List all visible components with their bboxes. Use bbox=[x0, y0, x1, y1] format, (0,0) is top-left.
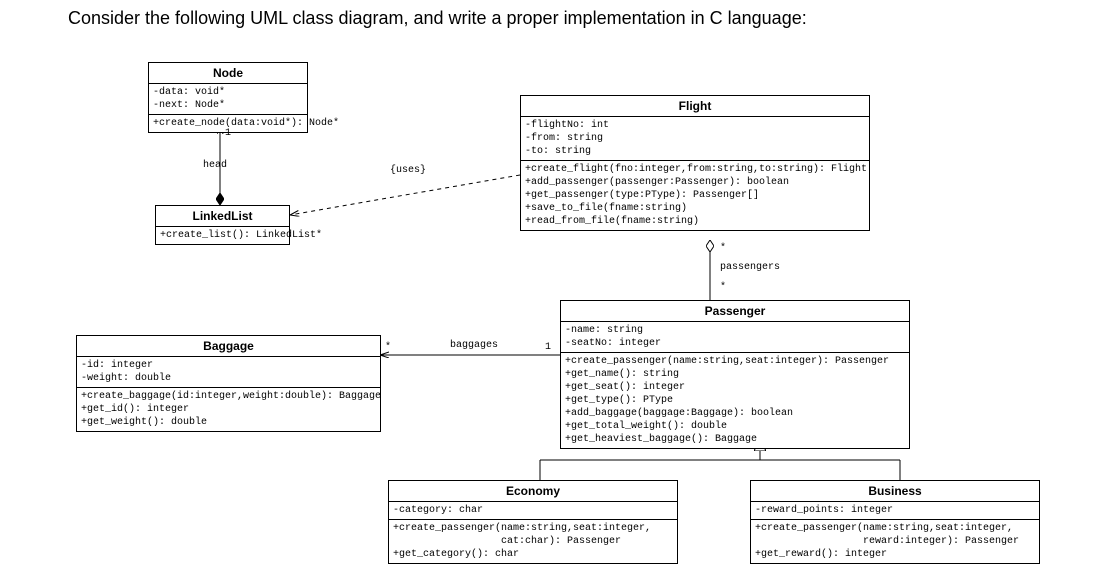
class-flight: Flight -flightNo: int -from: string -to:… bbox=[520, 95, 870, 231]
class-business: Business -reward_points: integer +create… bbox=[750, 480, 1040, 564]
class-node-title: Node bbox=[149, 63, 307, 84]
class-passenger-ops: +create_passenger(name:string,seat:integ… bbox=[561, 353, 909, 448]
class-flight-title: Flight bbox=[521, 96, 869, 117]
label-pass-star2: * bbox=[720, 282, 726, 293]
class-baggage-attrs: -id: integer -weight: double bbox=[77, 357, 380, 388]
class-economy-attrs: -category: char bbox=[389, 502, 677, 520]
label-baggages: baggages bbox=[450, 340, 498, 351]
class-passenger-attrs: -name: string -seatNo: integer bbox=[561, 322, 909, 353]
class-passenger-title: Passenger bbox=[561, 301, 909, 322]
label-bag-star: * bbox=[385, 342, 391, 353]
class-flight-attrs: -flightNo: int -from: string -to: string bbox=[521, 117, 869, 161]
label-bag-one: 1 bbox=[545, 342, 551, 353]
class-economy: Economy -category: char +create_passenge… bbox=[388, 480, 678, 564]
class-node-attrs: -data: void* -next: Node* bbox=[149, 84, 307, 115]
class-passenger: Passenger -name: string -seatNo: integer… bbox=[560, 300, 910, 449]
label-one-node: 1 bbox=[225, 128, 231, 139]
class-linkedlist-title: LinkedList bbox=[156, 206, 289, 227]
class-linkedlist: LinkedList +create_list(): LinkedList* bbox=[155, 205, 290, 245]
class-economy-title: Economy bbox=[389, 481, 677, 502]
class-business-attrs: -reward_points: integer bbox=[751, 502, 1039, 520]
class-business-ops: +create_passenger(name:string,seat:integ… bbox=[751, 520, 1039, 563]
class-flight-ops: +create_flight(fno:integer,from:string,t… bbox=[521, 161, 869, 230]
class-business-title: Business bbox=[751, 481, 1039, 502]
label-head: head bbox=[203, 160, 227, 171]
label-pass-star1: * bbox=[720, 243, 726, 254]
label-passengers: passengers bbox=[720, 262, 780, 273]
class-baggage-ops: +create_baggage(id:integer,weight:double… bbox=[77, 388, 380, 431]
class-baggage: Baggage -id: integer -weight: double +cr… bbox=[76, 335, 381, 432]
class-baggage-title: Baggage bbox=[77, 336, 380, 357]
label-uses: {uses} bbox=[390, 165, 426, 176]
class-node: Node -data: void* -next: Node* +create_n… bbox=[148, 62, 308, 133]
prompt-text: Consider the following UML class diagram… bbox=[68, 8, 807, 29]
class-economy-ops: +create_passenger(name:string,seat:integ… bbox=[389, 520, 677, 563]
class-linkedlist-ops: +create_list(): LinkedList* bbox=[156, 227, 289, 244]
